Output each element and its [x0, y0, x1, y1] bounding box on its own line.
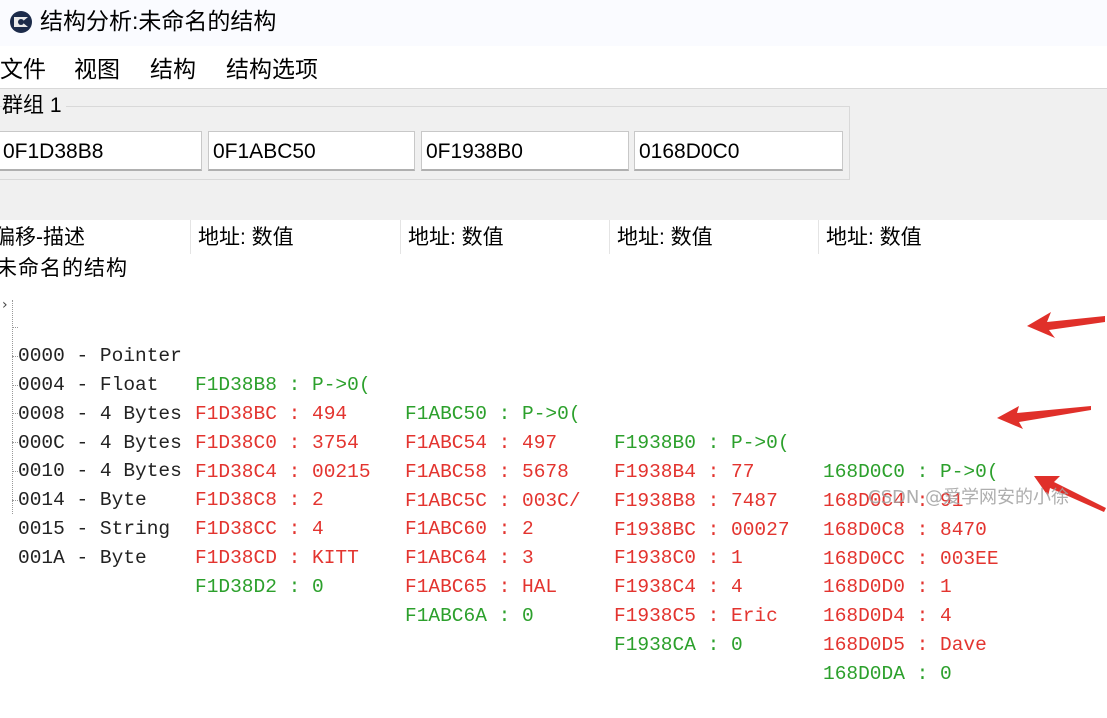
structure-row[interactable]: 0010 - 4 Bytes F1D38C8 : 2 F1ABC60 : 2 F…	[0, 399, 1107, 598]
row-value: 168D0CC : 003EE	[823, 548, 999, 570]
cheat-engine-icon	[10, 11, 32, 33]
tree-connector	[12, 500, 18, 502]
column-header-offset[interactable]: 偏移-描述	[0, 224, 85, 252]
row-value: 168D0D0 : 1	[823, 576, 952, 598]
row-value: F1938C0 : 1	[614, 547, 743, 569]
column-separator[interactable]	[190, 220, 191, 254]
structure-row[interactable]: 0014 - Byte F1D38CC : 4 F1ABC64 : 3 F193…	[0, 428, 1107, 627]
title-bar: 结构分析:未命名的结构	[0, 0, 1107, 46]
row-value: 168D0D5 : Dave	[823, 634, 987, 656]
menu-view[interactable]: 视图	[74, 54, 120, 84]
row-value: F1D38CC : 4	[195, 518, 324, 540]
column-separator[interactable]	[609, 220, 610, 254]
row-value: F1ABC60 : 2	[405, 518, 534, 540]
column-header-address-2[interactable]: 地址: 数值	[408, 224, 504, 252]
row-value: 168D0DA : 0	[823, 663, 952, 685]
row-value: F1ABC64 : 3	[405, 547, 534, 569]
annotation-arrow-icon	[1027, 312, 1105, 338]
row-value: 168D0D4 : 4	[823, 605, 952, 627]
menu-structure-options[interactable]: 结构选项	[226, 54, 318, 84]
row-value: F1938BC : 00027	[614, 519, 790, 541]
tree-connector	[12, 356, 18, 358]
structure-row[interactable]: 0015 - String F1D38CD : KITT F1ABC65 : H…	[0, 457, 1107, 656]
tree-connector	[12, 471, 18, 473]
address-field-1[interactable]: 0F1D38B8	[0, 131, 202, 171]
structure-row[interactable]: 000C - 4 Bytes F1D38C4 : 00215 F1ABC5C :…	[0, 371, 1107, 570]
column-header-address-4[interactable]: 地址: 数值	[826, 224, 922, 252]
tree-connector	[12, 385, 18, 387]
watermark: CSDN @爱学网安的小徐	[868, 487, 1070, 508]
column-header-bar	[0, 220, 1107, 254]
row-value: F1938CA : 0	[614, 634, 743, 656]
address-field-2[interactable]: 0F1ABC50	[208, 131, 415, 171]
column-header-address-3[interactable]: 地址: 数值	[617, 224, 713, 252]
window-title: 结构分析:未命名的结构	[40, 8, 277, 34]
menu-file[interactable]: 文件	[0, 54, 46, 84]
tree-connector	[12, 327, 18, 329]
tree-connector	[12, 442, 18, 444]
row-value: F1ABC6A : 0	[405, 605, 534, 627]
annotation-arrow-icon	[997, 406, 1091, 429]
column-header-address-1[interactable]: 地址: 数值	[198, 224, 294, 252]
structure-row[interactable]: › 0000 - Pointer F1D38B8 : P->0( F1ABC50…	[0, 284, 1107, 483]
address-field-3[interactable]: 0F1938B0	[421, 131, 629, 171]
menu-bar: 文件 视图 结构 结构选项	[0, 50, 1107, 88]
row-value: F1938C4 : 4	[614, 576, 743, 598]
structure-row[interactable]: 0008 - 4 Bytes F1D38C0 : 3754 F1ABC58 : …	[0, 342, 1107, 541]
tree-connector	[12, 413, 18, 415]
structure-root[interactable]: 未命名的结构	[0, 255, 128, 281]
address-field-4[interactable]: 0168D0C0	[634, 131, 843, 171]
column-separator[interactable]	[818, 220, 819, 254]
row-value: F1D38CD : KITT	[195, 547, 359, 569]
structure-row[interactable]: 0004 - Float F1D38BC : 494 F1ABC54 : 497…	[0, 313, 1107, 512]
row-value: F1D38D2 : 0	[195, 576, 324, 598]
group-label: 群组 1	[2, 93, 66, 119]
row-value: F1ABC65 : HAL	[405, 576, 558, 598]
menu-structure[interactable]: 结构	[150, 54, 196, 84]
row-offset: 001A - Byte	[18, 547, 147, 569]
row-value: F1938C5 : Eric	[614, 605, 778, 627]
column-separator[interactable]	[400, 220, 401, 254]
row-value: 168D0C8 : 8470	[823, 519, 987, 541]
